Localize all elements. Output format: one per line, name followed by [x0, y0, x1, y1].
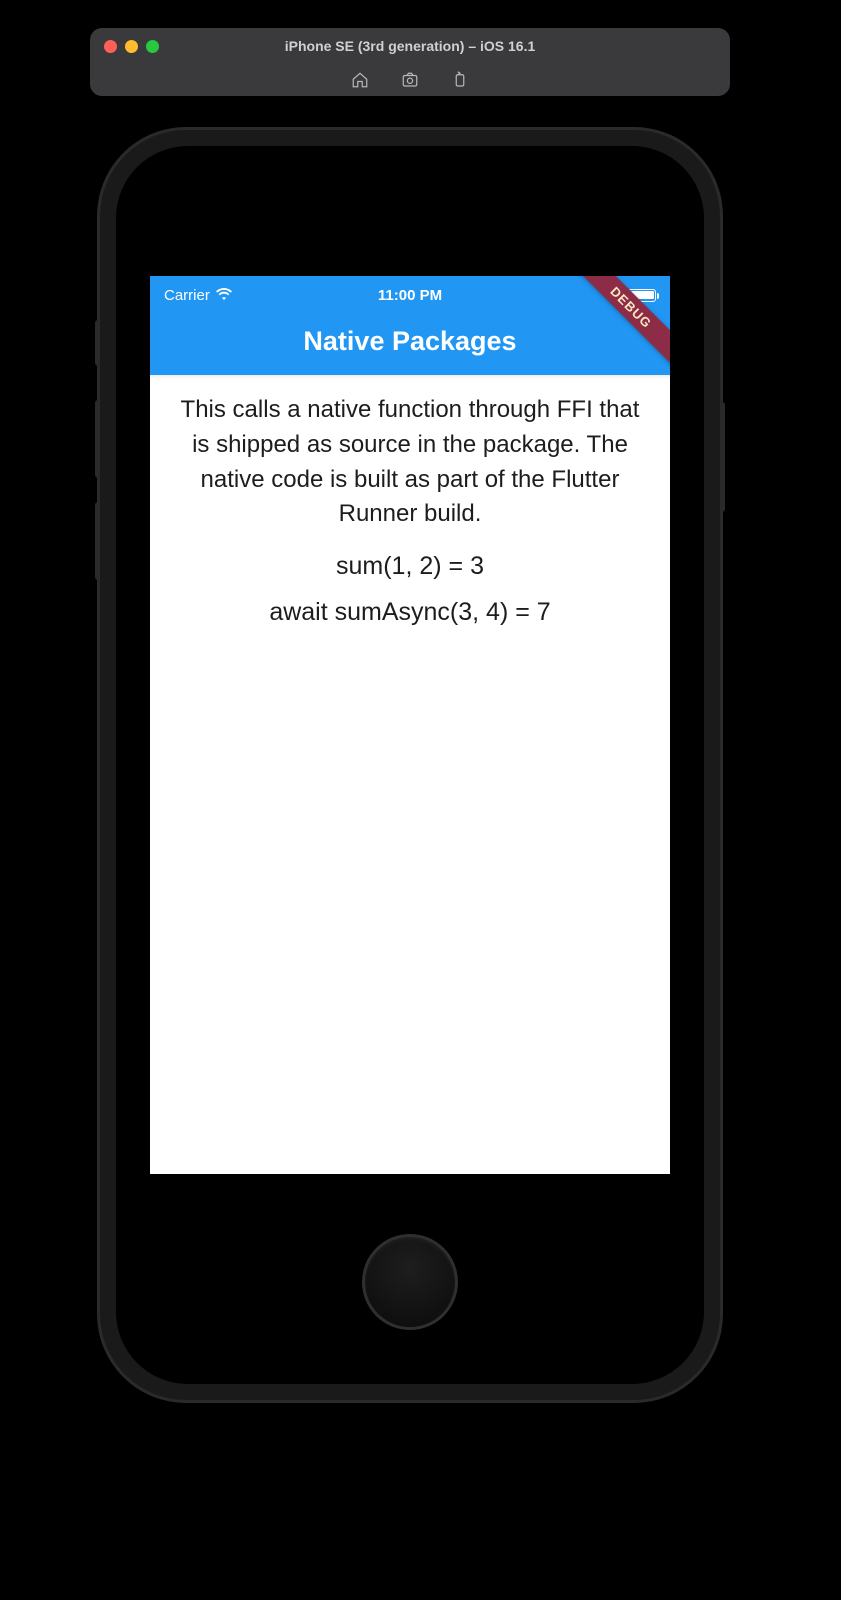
app-bar-title: Native Packages — [150, 314, 670, 375]
simulator-title: iPhone SE (3rd generation) – iOS 16.1 — [90, 38, 730, 54]
home-icon[interactable] — [351, 71, 369, 89]
window-zoom-button[interactable] — [146, 40, 159, 53]
window-controls — [104, 40, 159, 53]
screenshot-icon[interactable] — [401, 71, 419, 89]
result-line-2: await sumAsync(3, 4) = 7 — [180, 594, 640, 630]
carrier-label: Carrier — [164, 287, 210, 304]
device-frame: Carrier 11:00 PM Native Packages DEBUG T… — [100, 130, 720, 1400]
description-text: This calls a native function through FFI… — [180, 393, 640, 532]
window-minimize-button[interactable] — [125, 40, 138, 53]
home-button[interactable] — [362, 1234, 458, 1330]
simulator-toolbar — [90, 64, 730, 96]
rotate-icon[interactable] — [451, 71, 469, 89]
window-close-button[interactable] — [104, 40, 117, 53]
volume-down-button[interactable] — [95, 502, 100, 580]
simulator-titlebar: iPhone SE (3rd generation) – iOS 16.1 — [90, 28, 730, 96]
body-content: This calls a native function through FFI… — [150, 375, 670, 659]
app-bar: Carrier 11:00 PM Native Packages DEBUG — [150, 276, 670, 375]
wifi-icon — [216, 287, 232, 304]
power-button[interactable] — [720, 402, 725, 512]
mute-switch[interactable] — [95, 320, 100, 366]
result-line-1: sum(1, 2) = 3 — [180, 548, 640, 584]
device-bezel: Carrier 11:00 PM Native Packages DEBUG T… — [116, 146, 704, 1384]
volume-up-button[interactable] — [95, 400, 100, 478]
device-screen: Carrier 11:00 PM Native Packages DEBUG T… — [150, 276, 670, 1174]
